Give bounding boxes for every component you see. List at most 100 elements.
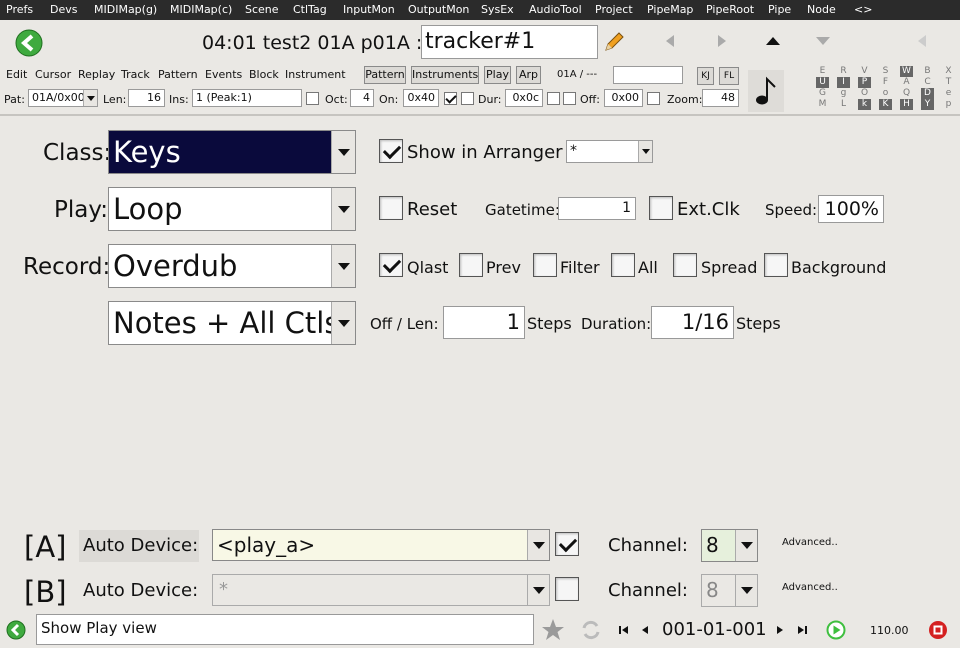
extclk-checkbox[interactable] — [649, 196, 673, 220]
zoom-field[interactable]: 48 — [702, 89, 739, 107]
edit-menu-pattern[interactable]: Pattern — [158, 68, 198, 81]
key-grid-cell[interactable]: e — [942, 88, 955, 99]
play-icon[interactable] — [825, 619, 847, 641]
speed-field[interactable]: 100% — [818, 195, 884, 223]
key-grid-cell[interactable]: M — [816, 99, 829, 110]
back-icon[interactable] — [14, 28, 44, 58]
key-grid-cell[interactable]: L — [837, 99, 850, 110]
gatetime-field[interactable]: 1 — [558, 197, 636, 220]
chevron-down-icon[interactable] — [331, 188, 355, 230]
chevron-down-icon[interactable] — [735, 575, 757, 606]
off-checkbox[interactable] — [647, 92, 660, 105]
dur-checkbox[interactable] — [547, 92, 560, 105]
sync-icon[interactable] — [578, 617, 604, 643]
nav-left-icon[interactable] — [660, 30, 680, 52]
back-icon[interactable] — [5, 619, 27, 641]
key-grid-cell[interactable]: C — [921, 77, 934, 88]
edit-menu-instrument[interactable]: Instrument — [285, 68, 346, 81]
notes-select[interactable]: Notes + All Ctls — [108, 301, 356, 345]
menu-item-piperoot[interactable]: PipeRoot — [706, 0, 754, 20]
name-field[interactable]: tracker#1 — [421, 25, 598, 59]
key-grid-cell[interactable]: U — [816, 77, 829, 88]
nav-down-icon[interactable] — [812, 31, 834, 51]
dur-checkbox-2[interactable] — [563, 92, 576, 105]
dur-field[interactable]: 0x0c — [505, 89, 543, 107]
spread-checkbox[interactable] — [673, 253, 697, 277]
edit-menu-block[interactable]: Block — [249, 68, 279, 81]
key-grid-cell[interactable]: V — [858, 66, 871, 77]
menu-item-audiotool[interactable]: AudioTool — [529, 0, 582, 20]
key-grid-cell[interactable]: B — [921, 66, 934, 77]
chevron-down-icon[interactable] — [83, 90, 97, 106]
prev-checkbox[interactable] — [459, 253, 483, 277]
menu-item-scene[interactable]: Scene — [245, 0, 279, 20]
on-checkbox[interactable] — [444, 92, 457, 105]
tab-pattern[interactable]: Pattern — [364, 66, 406, 84]
qlast-checkbox[interactable] — [379, 253, 403, 277]
off-field[interactable]: 0x00 — [604, 89, 643, 107]
menu-item-inputmon[interactable]: InputMon — [343, 0, 395, 20]
edit-menu-edit[interactable]: Edit — [6, 68, 27, 81]
note-icon[interactable] — [748, 70, 784, 112]
skip-forward-icon[interactable] — [795, 622, 809, 638]
key-grid-cell[interactable]: R — [837, 66, 850, 77]
background-checkbox[interactable] — [764, 253, 788, 277]
arranger-select[interactable]: * — [566, 140, 653, 163]
menu-item-outputmon[interactable]: OutputMon — [408, 0, 469, 20]
oct-field[interactable]: 4 — [350, 89, 374, 107]
chevron-down-icon[interactable] — [331, 131, 355, 173]
play-select[interactable]: Loop — [108, 187, 356, 231]
skip-back-icon[interactable] — [617, 622, 631, 638]
kj-button[interactable]: KJ — [697, 67, 714, 85]
key-grid-cell[interactable]: k — [858, 99, 871, 110]
device-a-checkbox[interactable] — [555, 532, 579, 556]
len-field[interactable]: 16 — [128, 89, 165, 107]
pencil-icon[interactable] — [600, 28, 628, 56]
fl-button[interactable]: FL — [719, 67, 739, 85]
menu-item-midimap-c[interactable]: MIDIMap(c) — [170, 0, 232, 20]
menu-item-[interactable]: <> — [854, 0, 872, 20]
nav-up-icon[interactable] — [762, 31, 784, 51]
menu-item-midimap-g[interactable]: MIDIMap(g) — [94, 0, 157, 20]
key-grid-cell[interactable]: p — [942, 99, 955, 110]
on-field[interactable]: 0x40 — [403, 89, 439, 107]
chevron-down-icon[interactable] — [527, 575, 549, 605]
key-grid-cell[interactable]: X — [942, 66, 955, 77]
key-grid-cell[interactable]: S — [879, 66, 892, 77]
key-grid-cell[interactable]: O — [858, 88, 871, 99]
key-grid-cell[interactable]: E — [816, 66, 829, 77]
stop-icon[interactable] — [927, 619, 949, 641]
device-a-advanced-button[interactable]: Advanced.. — [782, 537, 838, 548]
show-arranger-checkbox[interactable] — [379, 139, 403, 163]
class-select[interactable]: Keys — [108, 130, 356, 174]
step-back-icon[interactable] — [638, 622, 652, 638]
offlen-field[interactable]: 1 — [443, 306, 525, 339]
device-b-channel-select[interactable]: 8 — [701, 574, 758, 607]
all-checkbox[interactable] — [611, 253, 635, 277]
step-forward-icon[interactable] — [773, 622, 787, 638]
device-b-advanced-button[interactable]: Advanced.. — [782, 582, 838, 593]
device-b-checkbox[interactable] — [555, 577, 579, 601]
duration-field[interactable]: 1/16 — [651, 306, 734, 339]
tab-instruments[interactable]: Instruments — [411, 66, 479, 84]
filter-checkbox[interactable] — [533, 253, 557, 277]
reset-checkbox[interactable] — [379, 196, 403, 220]
chevron-down-icon[interactable] — [735, 530, 757, 561]
chevron-down-icon[interactable] — [331, 245, 355, 287]
key-grid-cell[interactable]: g — [837, 88, 850, 99]
key-grid-cell[interactable]: Q — [900, 88, 913, 99]
menu-item-project[interactable]: Project — [595, 0, 633, 20]
ins-checkbox[interactable] — [306, 92, 319, 105]
key-grid-cell[interactable]: D — [921, 88, 934, 99]
nav-right-icon[interactable] — [712, 30, 732, 52]
menu-item-pipe[interactable]: Pipe — [768, 0, 791, 20]
edit-menu-events[interactable]: Events — [205, 68, 242, 81]
status-text-field[interactable]: Show Play view — [36, 614, 534, 645]
edit-menu-cursor[interactable]: Cursor — [35, 68, 71, 81]
menu-item-sysex[interactable]: SysEx — [481, 0, 514, 20]
chevron-down-icon[interactable] — [527, 530, 549, 560]
key-grid-cell[interactable]: H — [900, 99, 913, 110]
key-grid-cell[interactable]: G — [816, 88, 829, 99]
key-grid-cell[interactable]: I — [837, 77, 850, 88]
star-icon[interactable] — [540, 617, 566, 643]
